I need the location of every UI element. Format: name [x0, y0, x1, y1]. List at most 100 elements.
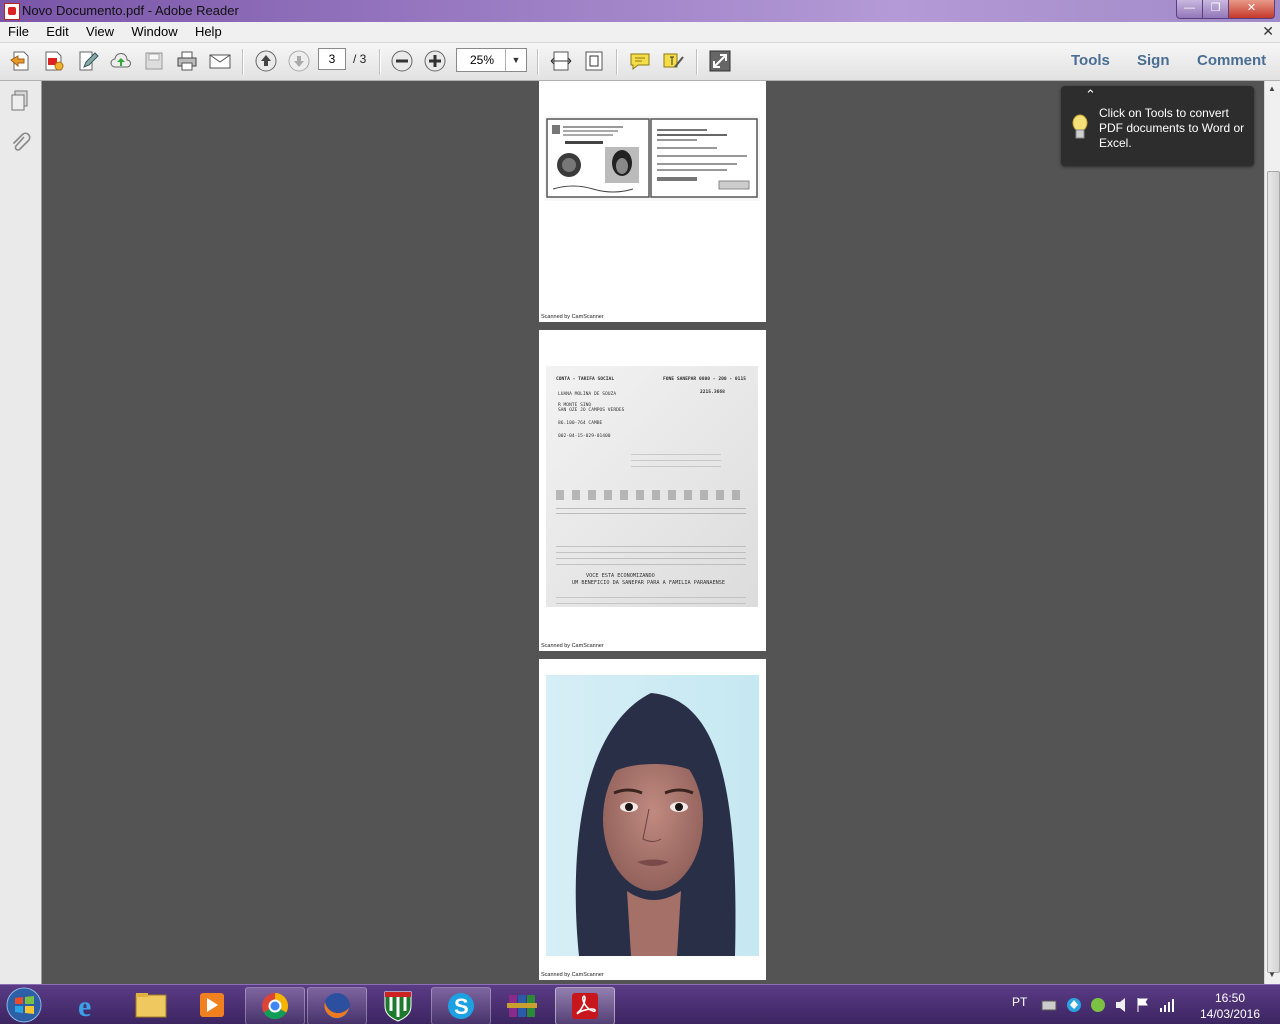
pdf-page-1: Scanned by CamScanner: [539, 81, 766, 322]
folder-icon: [135, 993, 167, 1018]
taskbar-firefox[interactable]: [307, 987, 367, 1024]
menu-bar: File Edit View Window Help ✕: [0, 22, 1280, 43]
taskbar-internet-explorer[interactable]: e: [61, 987, 119, 1023]
input-language[interactable]: PT: [1012, 995, 1027, 1009]
scroll-down-arrow-icon[interactable]: ▼: [1268, 970, 1276, 979]
upload-button[interactable]: [109, 49, 133, 73]
zoom-dropdown[interactable]: 25% ▼: [456, 48, 527, 72]
navigation-pane: [0, 81, 42, 984]
close-document-icon[interactable]: ✕: [1262, 23, 1274, 40]
window-title: Novo Documento.pdf - Adobe Reader: [22, 3, 239, 18]
scan-footer: Scanned by CamScanner: [541, 314, 604, 320]
internet-explorer-icon: e: [78, 990, 91, 1023]
zoom-value: 25%: [469, 53, 495, 67]
create-pdf-icon: [45, 51, 64, 71]
page-thumbnails-icon[interactable]: [8, 89, 32, 113]
firefox-icon: [324, 993, 350, 1019]
tools-pane-button[interactable]: Tools: [1071, 52, 1110, 69]
open-button[interactable]: [9, 49, 33, 73]
save-button[interactable]: [142, 49, 166, 73]
windows-logo-icon: [6, 987, 42, 1023]
collapse-chevron-icon[interactable]: ⌃: [1085, 87, 1096, 103]
scroll-up-arrow-icon[interactable]: ▲: [1268, 84, 1276, 93]
close-button[interactable]: ✕: [1228, 0, 1275, 19]
bill-promo-1: VOCE ESTA ECONOMIZANDO: [586, 573, 655, 579]
taskbar-skype[interactable]: S: [431, 987, 491, 1024]
full-screen-button[interactable]: [708, 49, 732, 73]
bill-header-left: CONTA - TARIFA SOCIAL: [556, 377, 615, 382]
water-bill-scan-image: CONTA - TARIFA SOCIAL FONE SANEPAR 0800 …: [546, 366, 758, 607]
scrollbar-thumb[interactable]: [1267, 171, 1280, 973]
scan-footer: Scanned by CamScanner: [541, 972, 604, 978]
fit-width-icon: [550, 51, 572, 71]
system-tray-icons[interactable]: [1040, 997, 1180, 1013]
taskbar-winrar[interactable]: [493, 987, 551, 1023]
next-page-button[interactable]: [287, 49, 311, 73]
edit-button[interactable]: [76, 49, 100, 73]
bill-address-2: SAN OZE JO CAMPOS VERDES: [558, 408, 625, 413]
print-button[interactable]: [175, 49, 199, 73]
vertical-scrollbar[interactable]: ▲ ▼: [1264, 81, 1280, 984]
menu-edit[interactable]: Edit: [46, 22, 68, 39]
page-number-input[interactable]: [318, 48, 346, 70]
media-player-icon: [200, 993, 224, 1017]
zoom-in-button[interactable]: [423, 49, 447, 73]
minus-circle-icon: [391, 50, 413, 72]
fit-width-button[interactable]: [549, 49, 573, 73]
shield-crest-icon: [384, 991, 412, 1022]
fit-page-icon: [585, 51, 603, 71]
clock-date: 14/03/2016: [1199, 1007, 1261, 1021]
svg-text:e: e: [78, 990, 91, 1023]
lightbulb-icon: [1072, 114, 1088, 139]
bill-promo-2: UM BENEFICIO DA SANEPAR PARA A FAMILIA P…: [572, 580, 726, 586]
taskbar-file-explorer[interactable]: [122, 987, 180, 1023]
previous-page-button[interactable]: [254, 49, 278, 73]
highlight-button[interactable]: [661, 49, 685, 73]
sign-pane-button[interactable]: Sign: [1137, 52, 1170, 69]
arrow-down-icon: [288, 50, 310, 72]
highlight-text-icon: [663, 53, 684, 68]
plus-circle-icon: [424, 50, 446, 72]
taskbar-club-crest-app[interactable]: [369, 987, 427, 1023]
bill-code: 2215.3668: [700, 390, 725, 395]
scan-footer: Scanned by CamScanner: [541, 643, 604, 649]
attachments-paperclip-icon[interactable]: [8, 131, 32, 155]
tooltip-text: Click on Tools to convert PDF documents …: [1099, 106, 1245, 150]
page-total: / 3: [353, 52, 367, 66]
menu-file[interactable]: File: [8, 22, 29, 39]
start-button[interactable]: [4, 986, 46, 1024]
expand-icon: [709, 50, 731, 72]
open-file-icon: [10, 51, 29, 71]
taskbar-chrome[interactable]: [245, 987, 305, 1024]
menu-view[interactable]: View: [86, 22, 114, 39]
title-bar: Novo Documento.pdf - Adobe Reader — ❐ ✕: [0, 0, 1280, 22]
email-button[interactable]: [208, 49, 232, 73]
menu-window[interactable]: Window: [131, 22, 177, 39]
menu-help[interactable]: Help: [195, 22, 222, 39]
sticky-note-button[interactable]: [628, 49, 652, 73]
taskbar-media-player[interactable]: [183, 987, 241, 1023]
chrome-icon: [262, 992, 289, 1020]
maximize-button[interactable]: ❐: [1202, 0, 1229, 19]
bill-address-3: 86.100-764 CAMBE: [558, 421, 603, 426]
clock-time: 16:50: [1214, 991, 1246, 1005]
comment-pane-button[interactable]: Comment: [1197, 52, 1266, 69]
taskbar-adobe-reader[interactable]: [555, 987, 615, 1024]
save-disk-icon: [145, 52, 163, 70]
id-card-scan-image: [545, 116, 760, 201]
fit-page-button[interactable]: [582, 49, 606, 73]
zoom-out-button[interactable]: [390, 49, 414, 73]
system-clock[interactable]: 16:50 14/03/2016: [1190, 990, 1270, 1022]
minimize-button[interactable]: —: [1176, 0, 1203, 19]
bill-header-right: FONE SANEPAR 0800 - 200 - 0115: [663, 377, 746, 382]
comment-bubble-icon: [630, 53, 650, 71]
arrow-up-icon: [255, 50, 277, 72]
svg-text:S: S: [454, 994, 469, 1019]
adobe-reader-icon: [572, 993, 598, 1019]
chevron-down-icon[interactable]: ▼: [505, 49, 526, 71]
bill-account: 002-04-15-029-01400: [558, 434, 611, 439]
create-pdf-button[interactable]: [42, 49, 66, 73]
bill-name: LUANA MOLINA DE SOUZA: [558, 392, 617, 397]
archive-books-icon: [507, 995, 537, 1017]
document-view[interactable]: Scanned by CamScanner CONTA - TARIFA SOC…: [42, 81, 1264, 984]
